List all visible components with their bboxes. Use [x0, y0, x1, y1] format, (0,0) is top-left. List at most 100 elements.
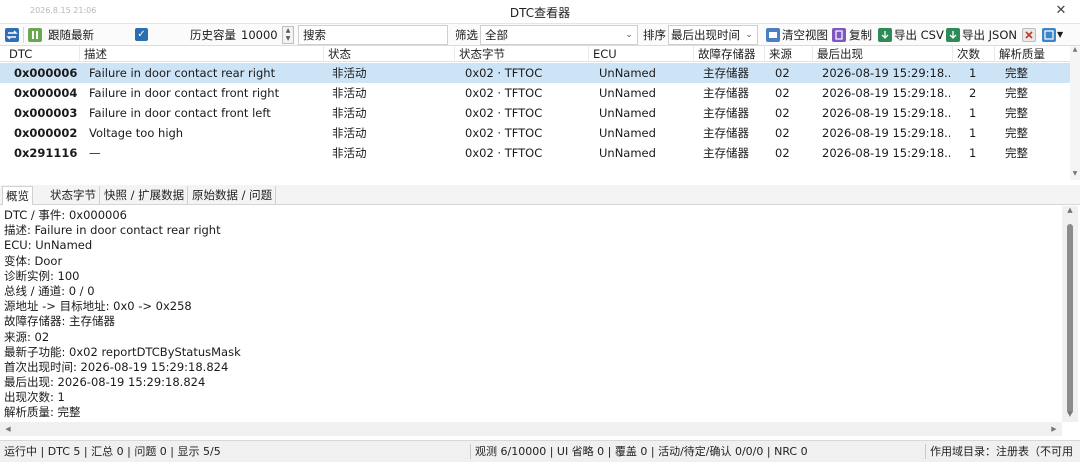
- table-row[interactable]: 0x000006 Failure in door contact rear ri…: [0, 63, 1070, 83]
- count-cell: 1: [969, 66, 977, 80]
- history-capacity-stepper[interactable]: ▲ ▼: [282, 26, 294, 44]
- detail-line: 出现次数: 1: [4, 390, 65, 405]
- description-cell: —: [89, 146, 101, 160]
- chevron-left-icon[interactable]: ◀: [2, 422, 14, 436]
- export-json-button[interactable]: 导出 JSON: [962, 24, 1017, 46]
- table-scrollbar[interactable]: ▲ ▼: [1070, 46, 1080, 180]
- memory-cell: 主存储器: [703, 86, 749, 100]
- chevron-down-icon[interactable]: ▼: [283, 35, 293, 43]
- dtc-cell: 0x000003: [14, 106, 78, 120]
- dtc-cell: 0x000006: [14, 66, 78, 80]
- column-header[interactable]: 故障存储器: [694, 46, 765, 62]
- detail-tabs: 概览 状态字节 快照 / 扩展数据 原始数据 / 问题: [0, 185, 1080, 205]
- column-header[interactable]: 状态字节: [455, 46, 589, 62]
- chevron-down-icon[interactable]: ▼: [1070, 170, 1080, 180]
- detail-line: 最后出现: 2026-08-19 15:29:18.824: [4, 375, 206, 390]
- dtc-cell: 0x291116: [14, 146, 78, 160]
- swap-icon[interactable]: [5, 28, 19, 42]
- toolbar: 跟随最新 ✓ 历史容量 10000 ▲ ▼ 搜索 筛选 全部 ⌄ 排序 最后出现…: [0, 24, 1080, 46]
- status-byte-cell: 0x02 · TFTOC: [465, 66, 543, 80]
- count-cell: 1: [969, 126, 977, 140]
- quality-cell: 完整: [1005, 86, 1028, 100]
- horizontal-scrollbar[interactable]: ◀ ▶: [0, 422, 1062, 436]
- column-header[interactable]: DTC: [5, 46, 80, 62]
- clear-view-icon[interactable]: [766, 28, 780, 42]
- tab-status-byte[interactable]: 状态字节: [47, 186, 100, 205]
- chevron-right-icon[interactable]: ▶: [1048, 422, 1060, 436]
- column-header[interactable]: 解析质量: [995, 46, 1065, 62]
- source-cell: 02: [775, 146, 790, 160]
- chevron-down-icon[interactable]: ▼: [1057, 24, 1063, 46]
- history-capacity-input[interactable]: 10000: [241, 24, 278, 46]
- status-divider: [925, 444, 926, 459]
- state-cell: 非活动: [332, 66, 367, 80]
- description-cell: Failure in door contact front left: [89, 106, 271, 120]
- tab-snapshot[interactable]: 快照 / 扩展数据: [101, 186, 189, 205]
- table-row[interactable]: 0x000002 Voltage too high 非活动 0x02 · TFT…: [0, 123, 1070, 143]
- follow-latest-checkbox[interactable]: ✓: [135, 28, 148, 41]
- state-cell: 非活动: [332, 86, 367, 100]
- table-row[interactable]: 0x291116 — 非活动 0x02 · TFTOC UnNamed 主存储器…: [0, 143, 1070, 163]
- memory-cell: 主存储器: [703, 126, 749, 140]
- chevron-down-icon[interactable]: ▼: [1062, 410, 1078, 422]
- clear-view-button[interactable]: 清空视图: [782, 24, 828, 46]
- column-header[interactable]: 来源: [765, 46, 813, 62]
- delete-icon[interactable]: [1022, 28, 1036, 42]
- export-json-icon[interactable]: [946, 28, 960, 42]
- memory-cell: 主存储器: [703, 106, 749, 120]
- follow-latest-label[interactable]: 跟随最新: [48, 24, 94, 46]
- source-cell: 02: [775, 126, 790, 140]
- export-csv-icon[interactable]: [878, 28, 892, 42]
- last-seen-cell: 2026-08-19 15:29:18....: [822, 66, 950, 80]
- quality-cell: 完整: [1005, 146, 1028, 160]
- last-seen-cell: 2026-08-19 15:29:18....: [822, 126, 950, 140]
- close-icon[interactable]: ✕: [1052, 2, 1070, 20]
- column-header[interactable]: 次数: [953, 46, 995, 62]
- column-header[interactable]: 状态: [324, 46, 455, 62]
- ecu-cell: UnNamed: [599, 106, 656, 120]
- ecu-cell: UnNamed: [599, 66, 656, 80]
- search-input[interactable]: 搜索: [298, 25, 448, 45]
- tab-raw-data[interactable]: 原始数据 / 问题: [189, 186, 277, 205]
- tab-overview[interactable]: 概览: [2, 186, 33, 205]
- state-cell: 非活动: [332, 146, 367, 160]
- status-byte-cell: 0x02 · TFTOC: [465, 106, 543, 120]
- table-row[interactable]: 0x000003 Failure in door contact front l…: [0, 103, 1070, 123]
- detail-scrollbar[interactable]: ▲ ▼: [1062, 206, 1078, 422]
- window-title: DTC查看器: [509, 6, 571, 20]
- chevron-up-icon[interactable]: ▲: [1062, 206, 1078, 218]
- table-row[interactable]: 0x000004 Failure in door contact front r…: [0, 83, 1070, 103]
- status-divider: [470, 444, 471, 459]
- table-header: DTC 描述 状态 状态字节 ECU 故障存储器 来源 最后出现 次数 解析质量: [0, 46, 1070, 62]
- description-cell: Failure in door contact rear right: [89, 66, 276, 80]
- ecu-cell: UnNamed: [599, 126, 656, 140]
- last-seen-cell: 2026-08-19 15:29:18....: [822, 146, 950, 160]
- column-header[interactable]: ECU: [589, 46, 694, 62]
- copy-icon[interactable]: [832, 28, 846, 42]
- status-observations: 观测 6/10000 | UI 省略 0 | 覆盖 0 | 活动/待定/确认 0…: [475, 445, 808, 458]
- memory-cell: 主存储器: [703, 66, 749, 80]
- export-csv-button[interactable]: 导出 CSV: [894, 24, 944, 46]
- count-cell: 1: [969, 106, 977, 120]
- state-cell: 非活动: [332, 126, 367, 140]
- column-header[interactable]: 描述: [80, 46, 324, 62]
- sort-select[interactable]: 最后出现时间 ⌄: [668, 25, 758, 45]
- detail-line: 故障存储器: 主存储器: [4, 314, 116, 329]
- scrollbar-thumb[interactable]: [1067, 224, 1073, 414]
- export-menu-icon[interactable]: [1042, 28, 1056, 42]
- ecu-cell: UnNamed: [599, 86, 656, 100]
- copy-button[interactable]: 复制: [849, 24, 872, 46]
- column-header[interactable]: 最后出现: [813, 46, 953, 62]
- detail-panel: DTC / 事件: 0x000006 描述: Failure in door c…: [0, 206, 1062, 422]
- filter-select[interactable]: 全部 ⌄: [480, 25, 638, 45]
- dtc-table: DTC 描述 状态 状态字节 ECU 故障存储器 来源 最后出现 次数 解析质量…: [0, 46, 1080, 180]
- quality-cell: 完整: [1005, 66, 1028, 80]
- dtc-cell: 0x000004: [14, 86, 78, 100]
- chevron-up-icon[interactable]: ▲: [283, 27, 293, 35]
- description-cell: Failure in door contact front right: [89, 86, 280, 100]
- chevron-up-icon[interactable]: ▲: [1070, 46, 1080, 56]
- pause-icon[interactable]: [28, 28, 42, 42]
- source-cell: 02: [775, 106, 790, 120]
- detail-line: ECU: UnNamed: [4, 238, 93, 253]
- detail-line: 总线 / 通道: 0 / 0: [4, 283, 95, 298]
